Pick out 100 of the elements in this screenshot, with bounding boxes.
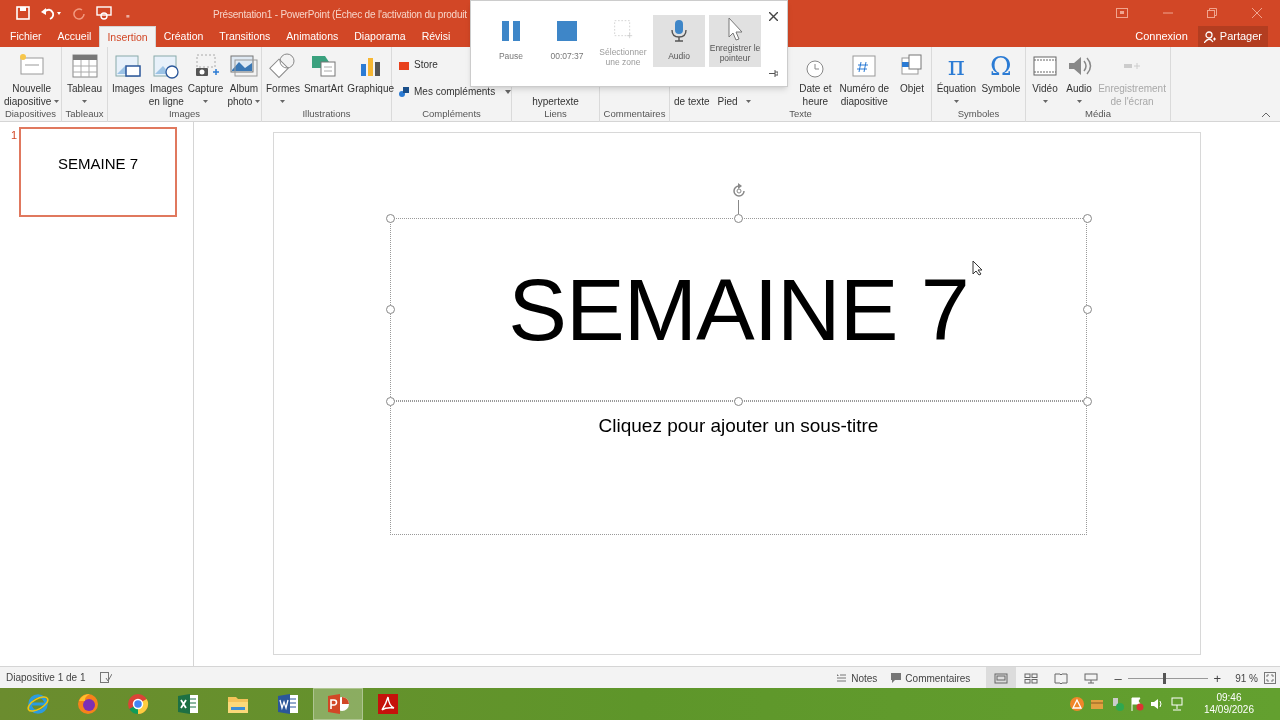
spelling-check-icon	[99, 672, 112, 683]
slide-thumbnail[interactable]: SEMAINE 7	[19, 127, 177, 217]
close-icon	[1252, 8, 1262, 18]
ribbon-tab[interactable]: Accueil	[49, 26, 100, 47]
redo-icon	[72, 6, 86, 20]
pin-icon	[769, 70, 778, 77]
browser-icon	[76, 692, 100, 716]
photo-album-icon	[228, 52, 259, 80]
sign-in-link[interactable]: Connexion	[1135, 28, 1188, 45]
comment-icon	[891, 673, 902, 683]
ribbon-tab[interactable]: Animations	[278, 26, 347, 47]
browser-icon	[26, 692, 50, 716]
ribbon-button[interactable]: Audio	[1062, 50, 1097, 108]
package-icon	[1089, 697, 1104, 711]
ribbon-tab[interactable]: Création	[155, 26, 212, 47]
recorder-button[interactable]: 00:07:37	[541, 15, 593, 67]
online-picture-icon	[151, 52, 182, 80]
ribbon-button[interactable]: Capture	[185, 50, 226, 108]
ribbon-button[interactable]: SmartArt	[301, 50, 346, 95]
view-icon	[994, 672, 1009, 684]
slide-number: 1	[10, 128, 19, 143]
ribbon-tab[interactable]: Transitions	[211, 26, 279, 47]
screen-recording-icon	[1124, 61, 1141, 71]
ribbon-tab[interactable]: Fichier	[2, 26, 50, 47]
group-label: Tableaux	[64, 108, 105, 121]
rotate-handle-icon	[730, 182, 748, 200]
pause-icon	[499, 19, 523, 43]
table-icon	[69, 52, 100, 80]
ribbon-button[interactable]: Objet	[895, 50, 929, 95]
resize-handle[interactable]	[1083, 305, 1092, 314]
restore-icon	[1207, 8, 1217, 18]
resize-handle[interactable]	[734, 397, 743, 406]
group-label: Symboles	[956, 108, 1001, 121]
zoom-out-button[interactable]: –	[1114, 671, 1122, 685]
ribbon-button[interactable]: Images	[110, 50, 147, 95]
flag-error-icon	[1129, 697, 1144, 711]
recorder-button[interactable]: Audio	[653, 15, 705, 67]
shapes-icon	[267, 52, 298, 80]
recorder-button[interactable]: Enregistrer le pointeur	[709, 15, 761, 67]
ribbon-button[interactable]: Pied	[717, 95, 738, 108]
view-icon	[1084, 672, 1099, 684]
normal-view-button[interactable]	[986, 667, 1017, 689]
ribbon-button[interactable]: Graphique	[345, 50, 397, 95]
slide-canvas[interactable]: SEMAINE 7 Cliquez pour ajouter un sous-titre	[273, 132, 1201, 655]
recorder-button[interactable]: Pause	[485, 15, 537, 67]
slide-count-text: Diapositive 1 de 1	[6, 671, 86, 685]
window-title: Présentation1 - PowerPoint (Échec de l'activation du produit	[213, 7, 467, 22]
document-icon	[276, 692, 300, 716]
add-in-button[interactable]: Store	[398, 57, 438, 72]
view-icon	[1024, 672, 1039, 684]
presentation-start-icon	[96, 6, 112, 20]
add-in-button[interactable]: Mes compléments	[398, 84, 512, 99]
ribbon-button[interactable]: Vidéo	[1028, 50, 1063, 108]
ribbon-button[interactable]: Numéro de diapositive	[837, 50, 891, 108]
group-label: Diapositives	[3, 108, 58, 121]
stop-icon	[555, 19, 579, 43]
zoom-in-button[interactable]: +	[1213, 671, 1222, 685]
resize-handle[interactable]	[386, 214, 395, 223]
ribbon-button[interactable]: Formes	[264, 50, 302, 108]
symbol-glyph: π	[947, 53, 965, 79]
zoom-percentage[interactable]: 91 %	[1235, 670, 1258, 686]
ribbon-tab[interactable]: Diaporama	[346, 26, 414, 47]
mouse-cursor-icon	[972, 260, 983, 276]
group-label: Commentaires	[602, 108, 667, 121]
notes-icon	[837, 673, 848, 683]
ribbon-button[interactable]: de texte	[674, 95, 710, 108]
group-label: Images	[167, 108, 202, 121]
resize-handle[interactable]	[386, 397, 395, 406]
taskbar-app-button[interactable]	[313, 688, 363, 720]
share-button[interactable]: Partager	[1197, 26, 1268, 47]
resize-handle[interactable]	[1083, 397, 1092, 406]
notes-button[interactable]: Notes	[833, 670, 882, 686]
ribbon-button[interactable]: π Équation	[934, 50, 979, 108]
person-add-icon	[1203, 30, 1216, 43]
ribbon-button[interactable]: Tableau	[65, 50, 104, 108]
collapse-ribbon-icon	[1262, 112, 1270, 117]
presentation-icon	[326, 692, 350, 716]
volume-icon	[1149, 697, 1164, 711]
resize-handle[interactable]	[734, 214, 743, 223]
zoom-slider[interactable]	[1127, 672, 1208, 684]
browser-icon	[126, 692, 150, 716]
close-icon	[769, 12, 778, 21]
ribbon-tab[interactable]: Révisi	[413, 26, 459, 47]
customize-toolbar-button[interactable]: ₌	[126, 4, 130, 22]
ribbon-button[interactable]: Ω Symbole	[979, 50, 1023, 95]
ribbon-tab[interactable]: Insertion	[99, 26, 156, 47]
save-icon	[16, 6, 30, 20]
subtitle-placeholder[interactable]: Cliquez pour ajouter un sous-titre	[390, 401, 1087, 535]
ribbon-button[interactable]: Album photo	[225, 50, 263, 108]
zoom-slider-thumb[interactable]	[1162, 672, 1166, 684]
group-label: Illustrations	[301, 108, 352, 121]
resize-handle[interactable]	[386, 305, 395, 314]
resize-handle[interactable]	[1083, 214, 1092, 223]
view-icon	[1054, 672, 1069, 684]
ribbon-button[interactable]: Images en ligne	[146, 50, 186, 108]
comments-button[interactable]: Commentaires	[887, 670, 975, 686]
ribbon-button[interactable]: Nouvelle diapositive	[2, 50, 62, 108]
ribbon-button[interactable]: hypertexte	[532, 95, 579, 108]
ribbon-button[interactable]: Date et heure	[797, 50, 834, 108]
symbol-glyph: Ω	[990, 53, 1012, 79]
